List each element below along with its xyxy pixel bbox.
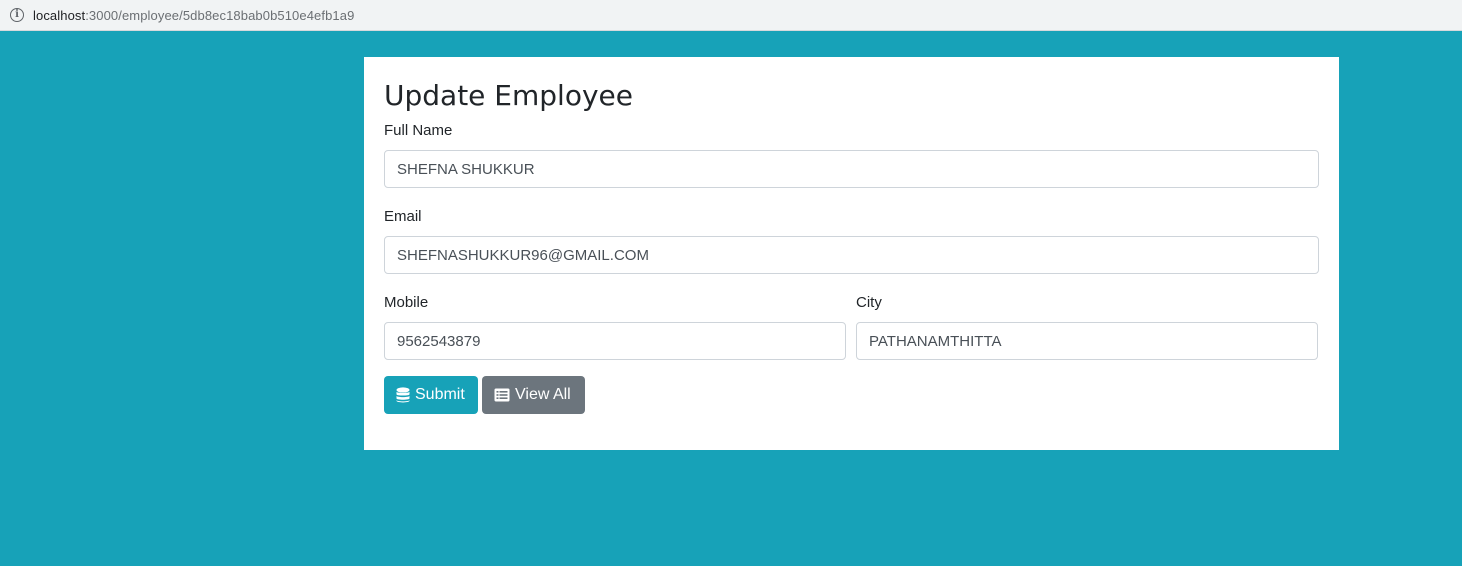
- info-icon[interactable]: i: [10, 8, 24, 22]
- mobile-label: Mobile: [384, 294, 429, 311]
- employee-form-card: Update Employee Full Name Email Mobile C…: [364, 57, 1339, 450]
- city-label: City: [856, 294, 882, 311]
- fullname-group: Full Name: [384, 121, 1319, 188]
- url-path: :3000/employee/5db8ec18bab0b510e4efb1a9: [85, 7, 355, 23]
- email-input[interactable]: [384, 236, 1319, 274]
- fullname-label: Full Name: [384, 122, 453, 139]
- city-group: City: [856, 293, 1318, 360]
- form-actions: Submit View All: [384, 376, 585, 414]
- url-text[interactable]: localhost:3000/employee/5db8ec18bab0b510…: [33, 8, 354, 23]
- mobile-group: Mobile: [384, 293, 846, 360]
- city-input[interactable]: [856, 322, 1318, 360]
- page-title: Update Employee: [384, 79, 633, 112]
- email-group: Email: [384, 207, 1319, 274]
- submit-button[interactable]: Submit: [384, 376, 478, 414]
- database-icon: [396, 387, 410, 403]
- view-all-button[interactable]: View All: [482, 376, 585, 414]
- submit-label: Submit: [415, 386, 465, 403]
- fullname-input[interactable]: [384, 150, 1319, 188]
- url-host: localhost: [33, 7, 86, 23]
- browser-address-bar[interactable]: i localhost:3000/employee/5db8ec18bab0b5…: [0, 0, 1462, 31]
- view-all-label: View All: [515, 386, 571, 403]
- list-alt-icon: [494, 388, 510, 402]
- email-label: Email: [384, 208, 422, 225]
- mobile-input[interactable]: [384, 322, 846, 360]
